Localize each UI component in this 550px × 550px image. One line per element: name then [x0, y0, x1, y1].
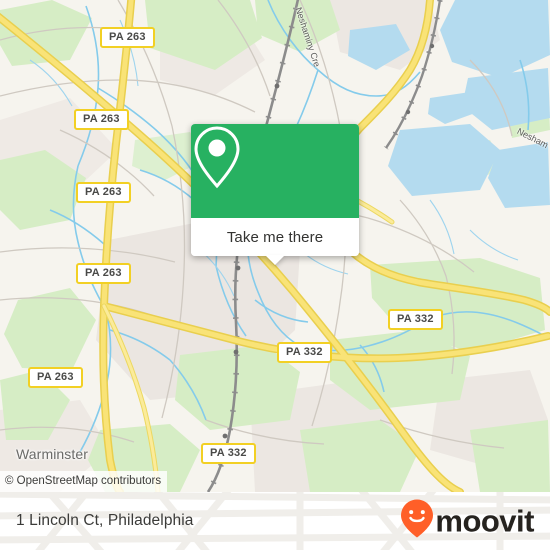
road-shield: PA 263 [76, 263, 131, 284]
road-shield: PA 263 [76, 182, 131, 203]
take-me-there-label: Take me there [226, 228, 324, 246]
moovit-logo[interactable]: moovit [400, 499, 534, 544]
road-shield: PA 332 [201, 443, 256, 464]
popup-tail [265, 255, 285, 265]
popup-action[interactable]: Take me there [191, 218, 359, 265]
osm-attribution[interactable]: © OpenStreetMap contributors [0, 471, 168, 492]
moovit-wordmark: moovit [435, 503, 534, 539]
popup-header [191, 124, 359, 218]
place-label: Warminster [16, 446, 89, 462]
bottom-bar: 1 Lincoln Ct, Philadelphia moovit [0, 492, 550, 550]
destination-popup[interactable]: Take me there [191, 124, 359, 265]
address-text: 1 Lincoln Ct, Philadelphia [16, 512, 194, 529]
map-canvas[interactable]: PA 263 PA 263 PA 263 PA 263 PA 263 PA 332 PA 3… [0, 0, 550, 492]
moovit-map-screen: PA 263 PA 263 PA 263 PA 263 PA 263 PA 332 PA 3… [0, 0, 550, 550]
road-shield: PA 263 [28, 367, 83, 388]
road-shield: PA 332 [388, 309, 443, 330]
moovit-pin-icon [400, 499, 434, 544]
road-shield: PA 263 [74, 109, 129, 130]
road-shield: PA 263 [100, 27, 155, 48]
road-shield: PA 332 [277, 342, 332, 363]
